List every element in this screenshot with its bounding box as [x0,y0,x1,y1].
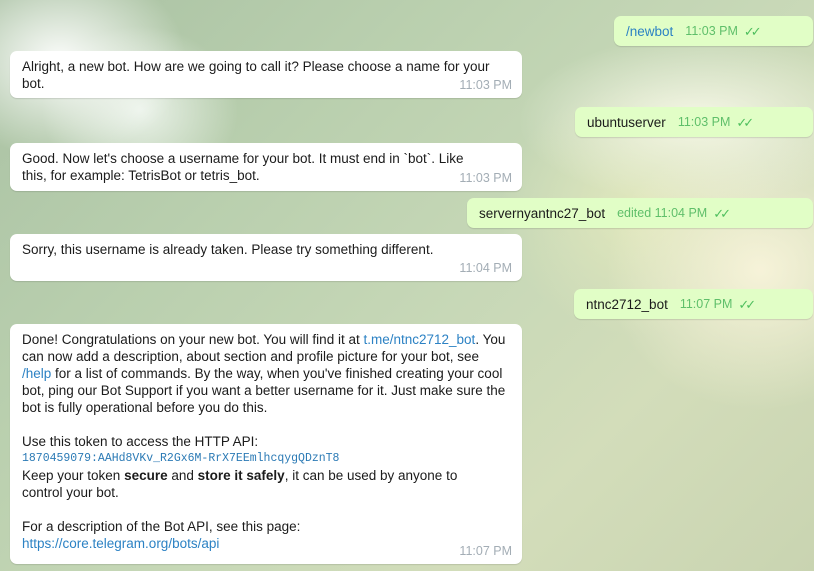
double-check-icon: ✓✓ [738,296,756,312]
message-paragraph: For a description of the Bot API, see th… [22,518,492,552]
message-time: 11:03 PM [459,78,512,92]
message-time: edited 11:04 PM [617,205,708,220]
api-token[interactable]: 1870459079:AAHd8VKv_R2Gx6M-RrX7EEmlhcqyg… [22,450,492,467]
incoming-message[interactable]: Good. Now let's choose a username for yo… [10,143,522,191]
message-text: ntnc2712_bot [586,296,668,312]
message-text: Alright, a new bot. How are we going to … [22,59,490,91]
outgoing-message[interactable]: ntnc2712_bot 11:07 PM ✓✓ [574,289,813,319]
message-text: For a description of the Bot API, see th… [22,519,301,534]
incoming-message[interactable]: Done! Congratulations on your new bot. Y… [10,324,522,564]
bold-text: store it safely [197,468,285,483]
double-check-icon: ✓✓ [736,114,754,130]
bot-link[interactable]: t.me/ntnc2712_bot [363,332,475,347]
incoming-message[interactable]: Sorry, this username is already taken. P… [10,234,522,281]
outgoing-message[interactable]: servernyantnc27_bot edited 11:04 PM ✓✓ [467,198,813,228]
message-paragraph: Done! Congratulations on your new bot. Y… [22,331,510,416]
bold-text: secure [124,468,168,483]
message-time: 11:04 PM [459,261,512,275]
message-text: servernyantnc27_bot [479,205,606,221]
message-text: Good. Now let's choose a username for yo… [22,151,464,183]
message-time: 11:03 PM [459,171,512,185]
message-time: 11:07 PM [459,544,512,558]
message-time: 11:07 PM [679,296,733,311]
double-check-icon: ✓✓ [713,205,731,221]
help-command-link[interactable]: /help [22,366,51,381]
outgoing-message[interactable]: /newbot 11:03 PM ✓✓ [614,16,813,46]
double-check-icon: ✓✓ [743,23,762,39]
message-text: Use this token to access the HTTP API: [22,434,259,449]
message-text: ubuntuserver [587,114,666,130]
bot-api-link[interactable]: https://core.telegram.org/bots/api [22,535,492,552]
message-time: 11:03 PM [677,114,731,129]
incoming-message[interactable]: Alright, a new bot. How are we going to … [10,51,522,98]
message-text[interactable]: /newbot [626,23,673,40]
message-text: and [167,468,198,483]
chat-window: { "messages": { "m1": {"text": "/newbot"… [0,0,814,571]
message-text: for a list of commands. By the way, when… [22,366,506,415]
message-text: Keep your token [22,468,125,483]
outgoing-message[interactable]: ubuntuserver 11:03 PM ✓✓ [575,107,813,137]
message-text: Sorry, this username is already taken. P… [22,242,434,257]
message-paragraph: Use this token to access the HTTP API: 1… [22,433,492,501]
message-text: Done! Congratulations on your new bot. Y… [22,332,364,347]
message-time: 11:03 PM [685,23,738,38]
